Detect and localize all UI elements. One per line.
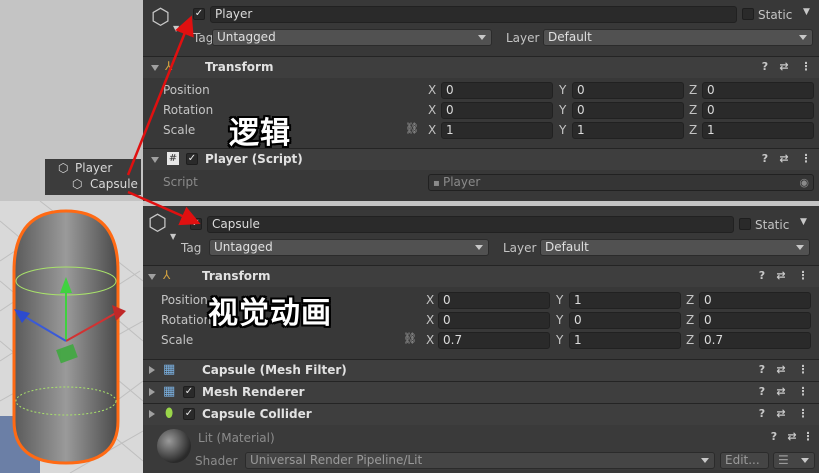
- annotation-visual-animation: 视觉动画: [208, 296, 332, 331]
- annotation-logic: 逻辑: [229, 116, 291, 151]
- annotation-arrows: [126, 15, 201, 226]
- arrow-to-player: [126, 15, 194, 176]
- arrow-to-capsule: [127, 190, 201, 226]
